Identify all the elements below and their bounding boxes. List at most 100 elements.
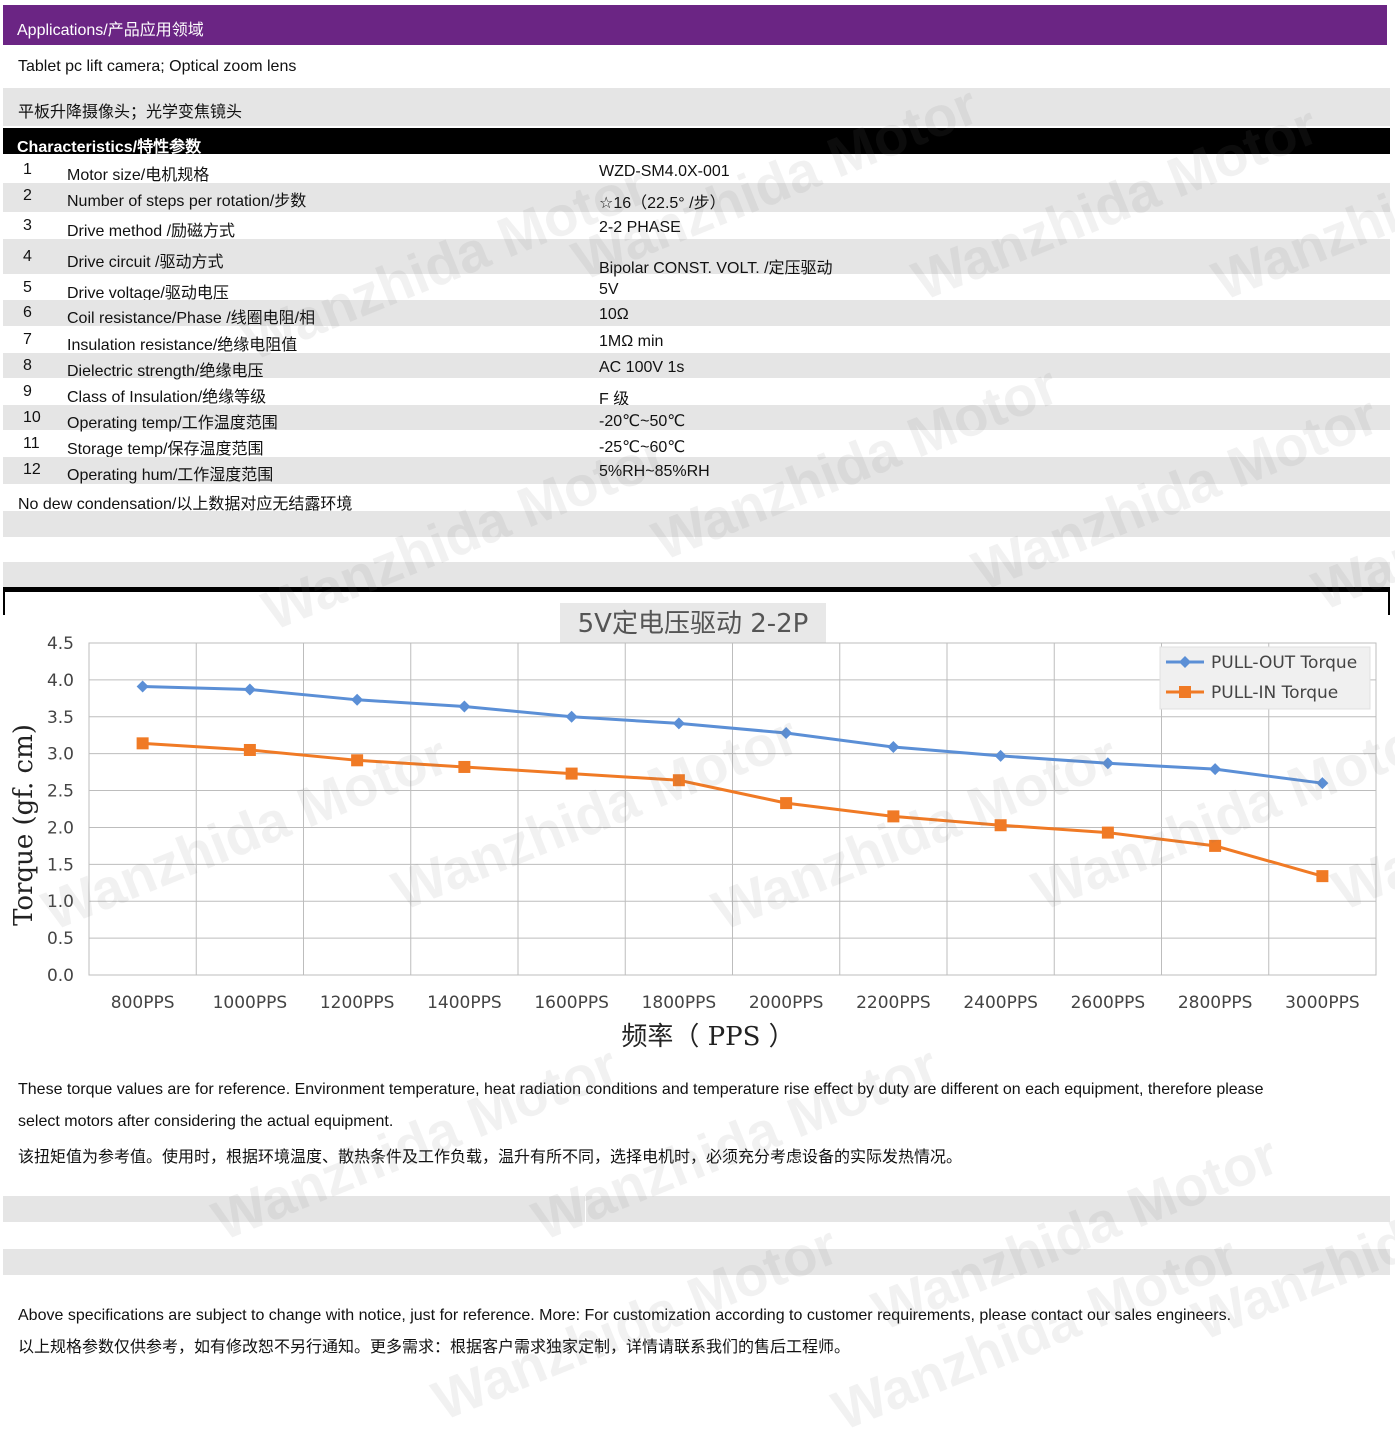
row-value: ☆16（22.5° /步） [599, 195, 726, 212]
data-point [994, 749, 1007, 762]
blank-stripe-2 [3, 562, 1390, 588]
x-axis-label: 频率（ PPS ） [621, 1022, 794, 1052]
x-tick-label: 1800PPS [642, 993, 717, 1013]
row-label: Class of Insulation/绝缘等级 [67, 389, 267, 406]
y-tick-label: 2.0 [47, 818, 74, 838]
row-number: 5 [23, 279, 32, 296]
blank-stripe-4 [3, 1249, 1390, 1275]
x-tick-labels: 800PPS 1000PPS 1200PPS 1400PPS 1600PPS 1800PP… [111, 993, 1360, 1013]
characteristics-header-bar: Characteristics/特性参数 [3, 128, 1390, 156]
data-point [780, 727, 793, 740]
stripe-divider [585, 1196, 586, 1222]
y-tick-label: 3.0 [47, 745, 74, 765]
y-tick-label: 3.5 [47, 708, 74, 728]
applications-line-cn: 平板升降摄像头；光学变焦镜头 [18, 104, 243, 121]
applications-line-en: Tablet pc lift camera; Optical zoom lens [18, 58, 297, 75]
y-tick-labels: 0.0 0.5 1.0 1.5 2.0 2.5 3.0 3.5 4.0 4.5 [47, 634, 74, 986]
y-tick-label: 0.0 [47, 966, 74, 986]
data-point [1316, 870, 1329, 883]
data-point [994, 819, 1007, 832]
x-tick-label: 2600PPS [1071, 993, 1146, 1013]
table-row: 2 Number of steps per rotation/步数 ☆16（22.5… [3, 183, 1390, 212]
data-point [351, 693, 364, 706]
x-tick-label: 800PPS [111, 993, 175, 1013]
row-label: Storage temp/保存温度范围 [67, 441, 264, 458]
legend-label: PULL-IN Torque [1211, 683, 1338, 703]
row-value: 2-2 PHASE [599, 219, 681, 236]
row-number: 7 [23, 331, 32, 348]
y-axis-label: Torque (gf. cm) [9, 724, 39, 926]
data-point [136, 680, 149, 693]
row-value: -25℃~60℃ [599, 439, 686, 456]
x-tick-label: 1200PPS [320, 993, 395, 1013]
row-label: Operating temp/工作温度范围 [67, 415, 278, 432]
x-tick-label: 3000PPS [1285, 993, 1360, 1013]
y-tick-label: 2.5 [47, 782, 74, 802]
row-label: Number of steps per rotation/步数 [67, 193, 307, 210]
row-number: 12 [23, 461, 41, 478]
data-point [887, 810, 900, 823]
data-point [1101, 757, 1114, 770]
legend-marker [1179, 686, 1191, 698]
data-point [565, 767, 578, 780]
row-label: Drive circuit /驱动方式 [67, 254, 224, 271]
y-tick-label: 4.5 [47, 634, 74, 654]
row-value: -20℃~50℃ [599, 413, 686, 430]
data-point [1209, 839, 1222, 852]
data-point [672, 717, 685, 730]
row-label: Operating hum/工作湿度范围 [67, 467, 274, 484]
data-point [1101, 826, 1114, 839]
spec-note-cn: 以上规格参数仅供参考，如有修改恕不另行通知。更多需求：根据客户需求独家定制，详情… [18, 1339, 851, 1356]
x-tick-label: 1400PPS [427, 993, 502, 1013]
row-value: WZD-SM4.0X-001 [599, 163, 730, 180]
data-point [243, 743, 256, 756]
row-label: Motor size/电机规格 [67, 167, 210, 184]
data-point [243, 683, 256, 696]
y-tick-label: 1.5 [47, 855, 74, 875]
table-row: 3 Drive method /励磁方式 2-2 PHASE [3, 213, 1390, 240]
table-row: 11 Storage temp/保存温度范围 -25℃~60℃ [3, 431, 1390, 458]
row-value: 10Ω [599, 306, 629, 323]
row-number: 9 [23, 383, 32, 400]
data-point [672, 774, 685, 787]
chart-legend: PULL-OUT Torque PULL-IN Torque [1159, 646, 1371, 710]
applications-header-bar: Applications/产品应用领域 [3, 5, 1387, 45]
table-row: 1 Motor size/电机规格 WZD-SM4.0X-001 [3, 157, 1390, 184]
row-label: Drive method /励磁方式 [67, 223, 236, 240]
data-point [887, 741, 900, 754]
row-number: 8 [23, 357, 32, 374]
row-label: Insulation resistance/绝缘电阻值 [67, 337, 298, 354]
row-number: 4 [23, 248, 32, 265]
applications-header: Applications/产品应用领域 [17, 22, 204, 39]
data-point [136, 737, 149, 750]
table-row: 10 Operating temp/工作温度范围 -20℃~50℃ [3, 405, 1390, 432]
x-tick-label: 2200PPS [856, 993, 931, 1013]
blank-stripe-1 [3, 511, 1390, 537]
chart-title: 5V定电压驱动 2-2P [578, 609, 809, 639]
row-value: 5V [599, 281, 619, 298]
torque-note-cn: 该扭矩值为参考值。使用时，根据环境温度、散热条件及工作负载，温升有所不同，选择电… [18, 1149, 963, 1166]
data-point [1316, 777, 1329, 790]
x-tick-label: 2000PPS [749, 993, 824, 1013]
table-row: 9 Class of Insulation/绝缘等级 F 级 [3, 379, 1390, 408]
data-point [1209, 763, 1222, 776]
torque-note-en-2: select motors after considering the actu… [18, 1113, 394, 1130]
row-value: AC 100V 1s [599, 359, 685, 376]
row-value: 1MΩ min [599, 333, 664, 350]
data-point [458, 760, 471, 773]
row-number: 11 [23, 435, 40, 452]
data-point [458, 700, 471, 713]
x-tick-label: 2800PPS [1178, 993, 1253, 1013]
row-value: 5%RH~85%RH [599, 463, 710, 480]
data-point [780, 797, 793, 810]
legend-label: PULL-OUT Torque [1211, 653, 1357, 673]
torque-chart: 5V定电压驱动 2-2P 0.0 0.5 1.0 1.5 2.0 2.5 3.0 3.5 4.0… [9, 603, 1377, 1052]
row-number: 6 [23, 304, 32, 321]
y-tick-label: 1.0 [47, 892, 74, 912]
y-tick-label: 0.5 [47, 929, 74, 949]
row-number: 1 [23, 161, 32, 178]
table-row: 5 Drive voltage/驱动电压 5V [3, 275, 1390, 302]
table-row: 7 Insulation resistance/绝缘电阻值 1MΩ min [3, 327, 1390, 354]
row-number: 3 [23, 217, 32, 234]
table-row: 4 Drive circuit /驱动方式 Bipolar CONST. VOLT.… [3, 239, 1390, 277]
